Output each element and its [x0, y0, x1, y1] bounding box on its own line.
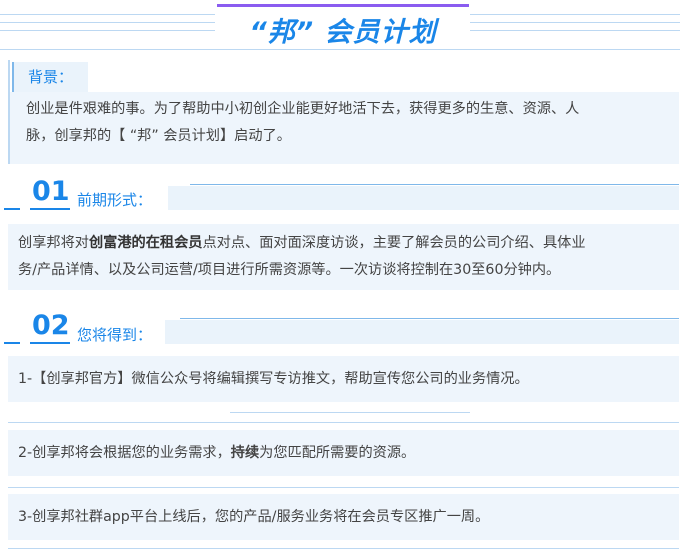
- item1-text: 1-【创享邦官方】微信公众号将编辑撰写专访推文，帮助宣传您公司的业务情况。: [18, 371, 529, 387]
- title-line-right-3: [470, 30, 680, 31]
- background-line-1: 创业是件艰难的事。为了帮助中小初创企业能更好地活下去，获得更多的生意、资源、人: [26, 101, 580, 117]
- title-line-left-2: [0, 22, 215, 23]
- list-item: 2-创享邦将会根据您的业务需求，持续为您匹配所需要的资源。: [8, 430, 679, 476]
- title-banner: “邦” 会员计划: [217, 4, 469, 48]
- item2-bold: 持续: [230, 445, 260, 461]
- item2-before: 2-创享邦将会根据您的业务需求，: [18, 445, 231, 461]
- item-separator-3: [8, 487, 679, 488]
- background-label: 背景：: [12, 62, 88, 92]
- title-divider: [0, 49, 680, 50]
- title-line-right-1: [470, 14, 680, 15]
- section2-top-line: [180, 318, 679, 319]
- section1-line1-before: 创享邦将对: [18, 235, 89, 251]
- section2-underline-number: [30, 342, 70, 344]
- background-left-border: [8, 60, 10, 164]
- section2-header-bg: [165, 320, 679, 344]
- section1-line1-after: 点对点、面对面深度访谈，主要了解会员的公司介绍、具体业: [202, 235, 586, 251]
- background-line-2: 脉，创享邦的【 “邦” 会员计划】启动了。: [26, 128, 291, 144]
- section1-number: 01: [32, 176, 70, 207]
- section1-header-bg: [168, 186, 679, 210]
- section2-number: 02: [32, 310, 70, 341]
- item-separator-1: [230, 412, 470, 413]
- title-line-right-2: [470, 22, 680, 23]
- section1-top-line: [190, 184, 679, 185]
- background-text: 创业是件艰难的事。为了帮助中小初创企业能更好地活下去，获得更多的生意、资源、人 …: [26, 96, 579, 150]
- section1-underline-left: [4, 208, 20, 210]
- section1-text: 创享邦将对创富港的在租会员点对点、面对面深度访谈，主要了解会员的公司介绍、具体业…: [18, 230, 586, 284]
- title-line-left-3: [0, 30, 215, 31]
- list-item: 1-【创享邦官方】微信公众号将编辑撰写专访推文，帮助宣传您公司的业务情况。: [8, 356, 679, 402]
- item-separator-2: [8, 422, 679, 423]
- title-line-left-1: [0, 14, 215, 15]
- section1-line-1: 创享邦将对创富港的在租会员点对点、面对面深度访谈，主要了解会员的公司介绍、具体业: [18, 230, 586, 257]
- section1-title: 前期形式：: [77, 191, 153, 209]
- section1-line-2: 务/产品详情、以及公司运营/项目进行所需资源等。一次访谈将控制在30至60分钟内…: [18, 262, 561, 278]
- section2-title: 您将得到：: [77, 326, 153, 344]
- bottom-divider: [8, 548, 679, 549]
- title-accent-bar: [217, 4, 469, 7]
- page-title: “邦” 会员计划: [249, 17, 437, 48]
- section2-underline-left: [4, 342, 20, 344]
- item3-text: 3-创享邦社群app平台上线后，您的产品/服务业务将在会员专区推广一周。: [18, 509, 490, 525]
- item2-after: 为您匹配所需要的资源。: [259, 445, 416, 461]
- section1-underline-number: [30, 208, 70, 210]
- section1-line1-bold: 创富港的在租会员: [88, 235, 203, 251]
- list-item: 3-创享邦社群app平台上线后，您的产品/服务业务将在会员专区推广一周。: [8, 494, 679, 540]
